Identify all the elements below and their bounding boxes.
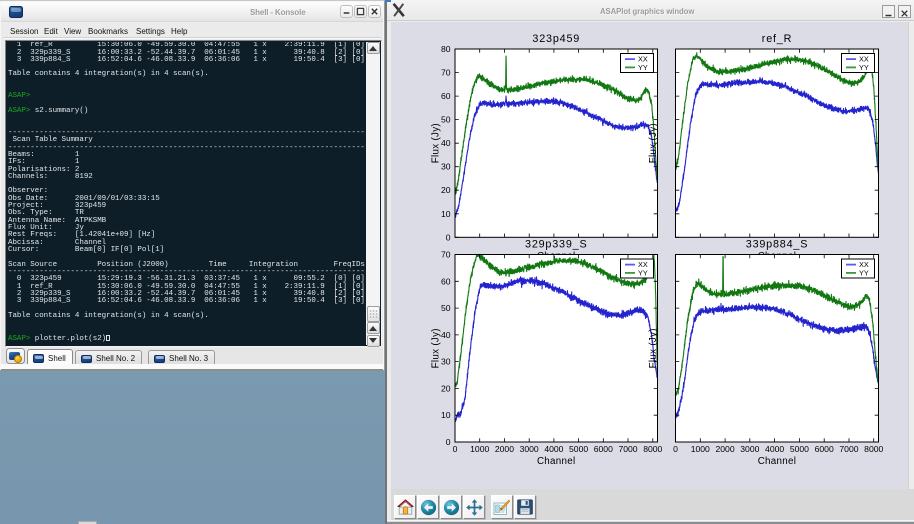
svg-text:7000: 7000 bbox=[839, 444, 858, 454]
svg-text:6000: 6000 bbox=[594, 444, 613, 454]
svg-text:30: 30 bbox=[441, 162, 451, 172]
svg-text:Channel: Channel bbox=[537, 456, 576, 467]
svg-text:3000: 3000 bbox=[740, 444, 759, 454]
svg-text:50: 50 bbox=[441, 115, 451, 125]
svg-text:5000: 5000 bbox=[790, 444, 809, 454]
svg-text:YY: YY bbox=[859, 269, 869, 278]
svg-text:6000: 6000 bbox=[815, 444, 834, 454]
svg-text:Flux (Jy): Flux (Jy) bbox=[648, 328, 659, 368]
svg-text:Flux (Jy): Flux (Jy) bbox=[431, 328, 442, 368]
svg-text:1000: 1000 bbox=[691, 444, 710, 454]
svg-text:1000: 1000 bbox=[470, 444, 489, 454]
svg-text:10: 10 bbox=[441, 209, 451, 219]
svg-text:Flux (Jy): Flux (Jy) bbox=[648, 123, 659, 163]
svg-text:10: 10 bbox=[441, 410, 451, 420]
svg-text:20: 20 bbox=[441, 185, 451, 195]
svg-text:ref_R: ref_R bbox=[762, 33, 792, 45]
svg-text:50: 50 bbox=[441, 303, 451, 313]
svg-text:323p459: 323p459 bbox=[532, 33, 580, 45]
svg-text:8000: 8000 bbox=[864, 444, 883, 454]
svg-text:40: 40 bbox=[441, 330, 451, 340]
svg-text:5000: 5000 bbox=[569, 444, 588, 454]
svg-text:339p884_S: 339p884_S bbox=[746, 239, 808, 251]
svg-text:40: 40 bbox=[441, 138, 451, 148]
svg-text:4000: 4000 bbox=[765, 444, 784, 454]
svg-text:70: 70 bbox=[441, 68, 451, 78]
svg-text:30: 30 bbox=[441, 357, 451, 367]
svg-text:8000: 8000 bbox=[643, 444, 662, 454]
svg-text:60: 60 bbox=[441, 91, 451, 101]
svg-text:0: 0 bbox=[453, 444, 458, 454]
svg-text:YY: YY bbox=[638, 63, 648, 72]
svg-text:329p339_S: 329p339_S bbox=[525, 239, 587, 251]
svg-text:4000: 4000 bbox=[544, 444, 563, 454]
svg-text:0: 0 bbox=[673, 444, 678, 454]
svg-text:Channel: Channel bbox=[758, 456, 797, 467]
svg-text:2000: 2000 bbox=[495, 444, 514, 454]
svg-text:2000: 2000 bbox=[715, 444, 734, 454]
svg-text:80: 80 bbox=[441, 44, 451, 54]
svg-text:3000: 3000 bbox=[520, 444, 539, 454]
svg-text:20: 20 bbox=[441, 383, 451, 393]
svg-text:60: 60 bbox=[441, 276, 451, 286]
svg-text:YY: YY bbox=[638, 269, 648, 278]
svg-text:Flux (Jy): Flux (Jy) bbox=[431, 123, 442, 163]
svg-text:70: 70 bbox=[441, 250, 451, 260]
svg-text:0: 0 bbox=[446, 232, 451, 242]
svg-text:0: 0 bbox=[446, 437, 451, 447]
svg-text:7000: 7000 bbox=[618, 444, 637, 454]
svg-text:YY: YY bbox=[859, 63, 869, 72]
